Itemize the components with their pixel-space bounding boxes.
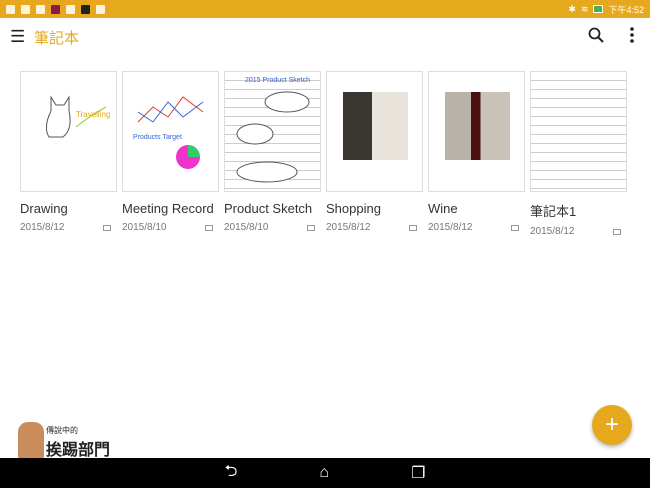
notebook-grid: Travelling Drawing 2015/8/12 Products Ta…	[20, 71, 627, 237]
notebook-date: 2015/8/12	[428, 222, 473, 233]
notebook-date: 2015/8/10	[122, 222, 167, 233]
notebook-name: Drawing	[20, 201, 68, 216]
gallery-icon	[6, 4, 15, 14]
watermark-logo: 傳說中的 挨踢部門	[18, 422, 110, 460]
notebook-card[interactable]: 2015 Product Sketch Product Sketch 2015/…	[224, 71, 321, 237]
back-icon[interactable]: ⮌	[225, 460, 238, 487]
recent-apps-icon[interactable]: ❐	[411, 463, 425, 483]
status-bar: ✱ ≋ 下午4:52	[0, 0, 650, 18]
calendar-icon[interactable]	[613, 228, 621, 235]
navigation-bar: ⮌ ⌂ ❐	[0, 458, 650, 488]
wifi-icon: ≋	[580, 3, 589, 14]
cartoon-avatar	[18, 422, 44, 460]
page-title: 筆記本	[34, 29, 80, 47]
notebook-name: 筆記本1	[530, 204, 577, 219]
notebook-thumbnail[interactable]: Products Target	[122, 71, 219, 192]
svg-text:2015 Product Sketch: 2015 Product Sketch	[245, 77, 310, 84]
notebook-thumbnail[interactable]	[428, 71, 525, 192]
notebook-date: 2015/8/12	[530, 226, 575, 237]
notebook-date: 2015/8/12	[326, 222, 371, 233]
watermark-line1: 傳說中的	[46, 426, 78, 435]
notebook-card[interactable]: Wine 2015/8/12	[428, 71, 525, 237]
notebook-name: Product Sketch	[224, 201, 313, 216]
notebook-card[interactable]: Travelling Drawing 2015/8/12	[20, 71, 117, 237]
coffee-machine-photo	[343, 92, 408, 160]
menu-icon[interactable]: ☰	[10, 27, 28, 47]
home-icon[interactable]: ⌂	[319, 464, 329, 482]
notebook-name: Meeting Record	[122, 201, 214, 216]
bluetooth-icon: ✱	[568, 3, 576, 14]
watermark-line2: 挨踢部門	[46, 442, 111, 459]
calendar-icon[interactable]	[103, 224, 111, 231]
notebook-card[interactable]: Products Target Meeting Record 2015/8/10	[122, 71, 219, 237]
more-options-icon[interactable]	[630, 26, 634, 48]
notebook-card[interactable]: Shopping 2015/8/12	[326, 71, 423, 237]
app-icon	[81, 4, 90, 14]
search-icon[interactable]	[588, 27, 604, 48]
notebook-date: 2015/8/12	[20, 222, 65, 233]
notes-icon	[96, 4, 105, 14]
calendar-icon[interactable]	[307, 224, 315, 231]
calendar-icon[interactable]	[205, 224, 213, 231]
app-icon	[51, 4, 60, 14]
calendar-icon[interactable]	[409, 224, 417, 231]
app-bar: ☰ 筆記本	[0, 18, 650, 56]
notebook-thumbnail[interactable]	[530, 71, 627, 192]
notebook-thumbnail[interactable]	[326, 71, 423, 192]
calendar-icon[interactable]	[511, 224, 519, 231]
clock: 下午4:52	[608, 4, 644, 15]
notebook-name: Shopping	[326, 201, 381, 216]
app-icon	[36, 4, 45, 14]
notebook-name: Wine	[428, 201, 458, 216]
wine-photo	[445, 92, 510, 160]
mail-icon	[21, 4, 30, 14]
svg-text:Travelling: Travelling	[76, 110, 110, 119]
notebook-date: 2015/8/10	[224, 222, 269, 233]
add-notebook-button[interactable]: +	[592, 405, 632, 445]
battery-icon	[593, 5, 604, 13]
notebook-thumbnail[interactable]: 2015 Product Sketch	[224, 71, 321, 192]
svg-text:Products Target: Products Target	[133, 134, 182, 141]
flower-icon	[66, 4, 75, 14]
notebook-thumbnail[interactable]: Travelling	[20, 71, 117, 192]
notebook-card[interactable]: 筆記本1 2015/8/12	[530, 71, 627, 237]
